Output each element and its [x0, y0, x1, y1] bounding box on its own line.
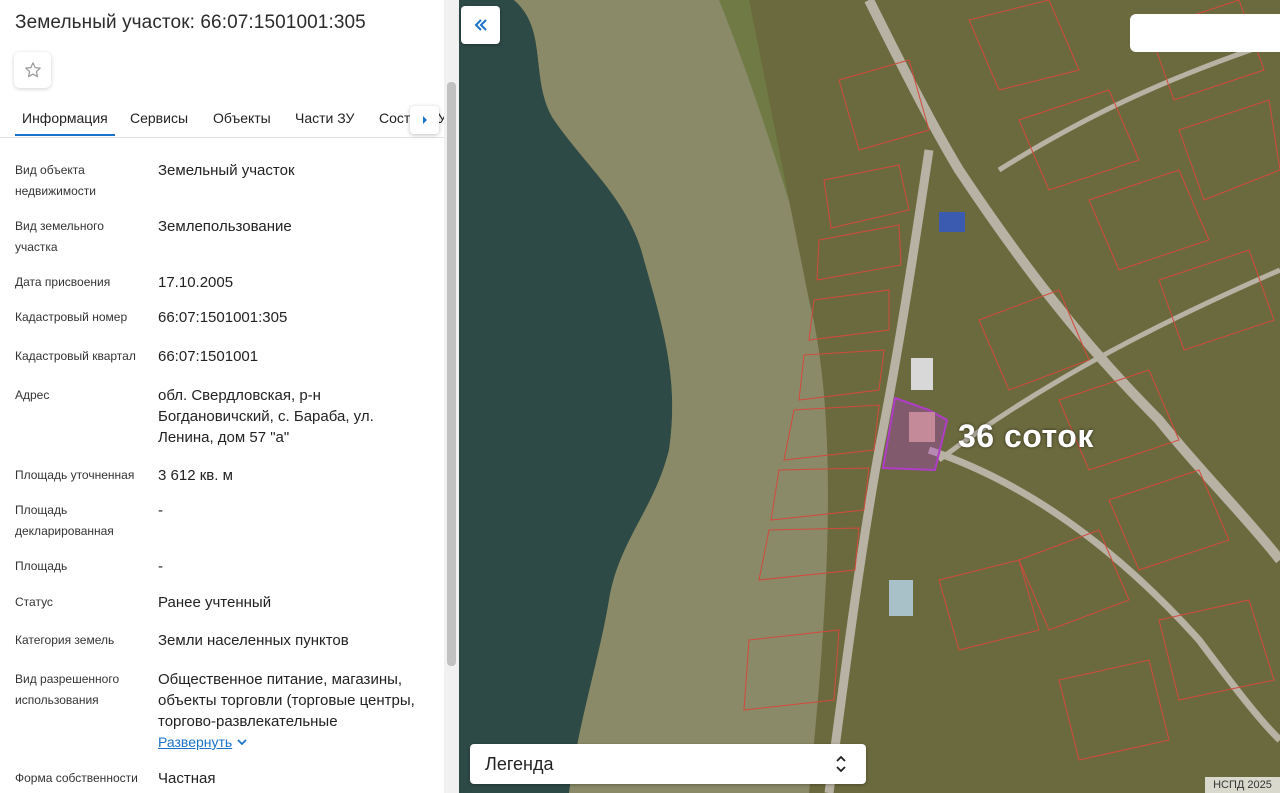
attribute-label: Вид разрешенного использования	[15, 672, 120, 707]
info-panel: Земельный участок: 66:07:1501001:305 Инф…	[0, 0, 459, 793]
attribute-label: Категория земель	[15, 633, 115, 647]
collapse-panel-button[interactable]	[461, 6, 500, 44]
attribute-value: 3 612 кв. м	[158, 467, 233, 484]
attribute-value: 17.10.2005	[158, 274, 234, 291]
tab-parts[interactable]: Части ЗУ	[295, 110, 354, 126]
attribute-value: обл. Свердловская, р-н Богдановичский, с…	[158, 387, 374, 446]
legend-label: Легенда	[485, 754, 554, 774]
map-search-field[interactable]	[1130, 14, 1280, 52]
favorite-button[interactable]	[14, 52, 51, 88]
scrollbar-thumb[interactable]	[447, 82, 456, 666]
star-outline-icon	[24, 62, 41, 78]
attribute-value: 66:07:1501001:305	[158, 309, 288, 326]
attribute-value: 66:07:1501001	[158, 348, 259, 365]
tabs-scroll-right-button[interactable]	[410, 106, 439, 134]
attribute-value: Ранее учтенный	[158, 594, 272, 611]
tab-bar: Информация Сервисы Объекты Части ЗУ Сост…	[0, 100, 445, 138]
chevron-down-icon[interactable]	[236, 736, 248, 748]
map-view[interactable]: 36 соток	[459, 0, 1280, 793]
page-title: Земельный участок: 66:07:1501001:305	[15, 12, 366, 33]
attribute-label: Дата присвоения	[15, 275, 111, 289]
legend-select[interactable]: Легенда	[470, 744, 866, 784]
attribute-label: Адрес	[15, 388, 50, 402]
attribute-label: Статус	[15, 595, 53, 609]
attribute-label: Кадастровый квартал	[15, 349, 136, 363]
copyright-label: НСПД 2025	[1205, 777, 1280, 793]
attribute-label: Вид объекта недвижимости	[15, 163, 96, 198]
attribute-value: Земли населенных пунктов	[158, 632, 349, 649]
attribute-value: -	[158, 558, 163, 575]
attribute-label: Площадь декларированная	[15, 503, 114, 538]
area-label: 36 соток	[958, 418, 1094, 454]
satellite-map	[459, 0, 1280, 793]
tab-information[interactable]: Информация	[15, 110, 115, 136]
caret-right-icon	[422, 116, 427, 124]
attribute-label: Кадастровый номер	[15, 310, 128, 324]
chevron-updown-icon	[836, 755, 846, 773]
attribute-value: Землепользование	[158, 218, 292, 235]
attribute-value: Частная	[158, 770, 216, 787]
attribute-value: -	[158, 502, 163, 519]
attribute-label: Площадь	[15, 559, 68, 573]
attribute-label: Форма собственности	[15, 771, 138, 785]
attribute-label: Вид земельного участка	[15, 219, 104, 254]
attribute-value: Земельный участок	[158, 162, 295, 179]
double-chevron-left-icon	[474, 19, 487, 31]
tab-services[interactable]: Сервисы	[130, 110, 188, 126]
tab-objects[interactable]: Объекты	[213, 110, 271, 126]
attribute-value: Общественное питание, магазины, объекты …	[158, 671, 415, 730]
expand-link[interactable]: Развернуть	[158, 734, 232, 750]
attribute-label: Площадь уточненная	[15, 468, 135, 482]
